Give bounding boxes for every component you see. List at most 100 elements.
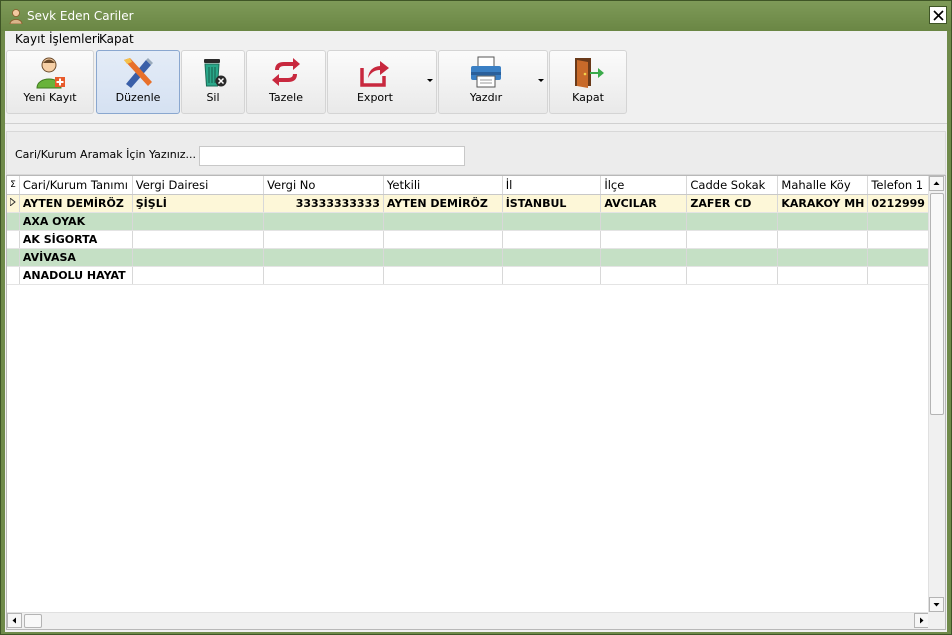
table-cell[interactable]: AVCILAR	[600, 194, 688, 213]
table-cell[interactable]	[867, 230, 929, 249]
vertical-scrollbar[interactable]	[928, 176, 945, 612]
table-row[interactable]: AYTEN DEMİRÖZ ŞİŞLİ 33333333333 AYTEN DE…	[7, 194, 929, 213]
table-cell[interactable]	[686, 230, 779, 249]
table-cell[interactable]	[777, 212, 869, 231]
table-cell[interactable]	[263, 212, 384, 231]
table-row[interactable]: AXA OYAK	[7, 212, 929, 231]
edit-button[interactable]: Düzenle	[96, 50, 180, 114]
scroll-left-button[interactable]	[7, 613, 22, 628]
table-cell[interactable]: AXA OYAK	[19, 212, 133, 231]
table-cell[interactable]: ANADOLU HAYAT	[19, 266, 133, 285]
table-cell[interactable]: KARAKOY MH	[777, 194, 869, 213]
column-header[interactable]: İl	[502, 176, 602, 195]
table-cell[interactable]	[600, 248, 688, 267]
menu-kayit-islemleri[interactable]: Kayıt İşlemleri	[15, 32, 100, 46]
column-header[interactable]: Cari/Kurum Tanımı	[19, 176, 133, 195]
table-cell[interactable]	[867, 212, 929, 231]
title-bar[interactable]: Sevk Eden Cariler	[1, 1, 951, 31]
horizontal-scroll-thumb[interactable]	[24, 614, 42, 628]
export-dropdown-arrow-icon[interactable]	[427, 79, 433, 82]
table-cell[interactable]: AYTEN DEMİRÖZ	[19, 194, 133, 213]
delete-button[interactable]: Sil	[181, 50, 245, 114]
table-cell[interactable]	[383, 266, 503, 285]
table-cell[interactable]	[502, 266, 602, 285]
table-cell[interactable]	[867, 266, 929, 285]
table-cell[interactable]	[132, 212, 265, 231]
table-cell[interactable]	[502, 248, 602, 267]
table-cell[interactable]	[777, 230, 869, 249]
table-cell[interactable]	[383, 212, 503, 231]
table-cell[interactable]	[686, 248, 779, 267]
new-record-label: Yeni Kayıt	[23, 91, 77, 104]
table-cell[interactable]	[132, 248, 265, 267]
refresh-icon	[272, 58, 300, 86]
print-label: Yazdır	[469, 91, 503, 104]
refresh-button[interactable]: Tazele	[246, 50, 326, 114]
column-header[interactable]: Mahalle Köy	[777, 176, 869, 195]
table-cell[interactable]: AK SİGORTA	[19, 230, 133, 249]
table-cell[interactable]: İSTANBUL	[502, 194, 602, 213]
table-cell[interactable]	[867, 248, 929, 267]
row-indicator	[7, 248, 20, 267]
summary-icon[interactable]: Σ	[7, 176, 20, 195]
print-button[interactable]: Yazdır	[438, 50, 548, 114]
table-cell[interactable]	[600, 212, 688, 231]
scroll-right-button[interactable]	[914, 613, 929, 628]
table-row[interactable]: AVİVASA	[7, 248, 929, 267]
toolbar-separator	[5, 123, 947, 124]
scroll-down-button[interactable]	[929, 597, 944, 612]
user-icon	[9, 9, 23, 24]
row-indicator	[7, 230, 20, 249]
table-cell[interactable]	[600, 230, 688, 249]
table-cell[interactable]	[132, 230, 265, 249]
table-cell[interactable]: ZAFER CD	[686, 194, 779, 213]
column-header[interactable]: Yetkili	[383, 176, 503, 195]
table-cell[interactable]: 0212999	[867, 194, 929, 213]
table-row[interactable]: AK SİGORTA	[7, 230, 929, 249]
client-area: Kayıt İşlemleri Kapat Yeni Kayıt Düzenle…	[5, 31, 947, 632]
delete-label: Sil	[206, 91, 220, 104]
table-cell[interactable]: AVİVASA	[19, 248, 133, 267]
export-icon	[360, 61, 389, 87]
table-cell[interactable]	[777, 248, 869, 267]
trash-icon	[204, 59, 227, 87]
scroll-up-button[interactable]	[929, 176, 944, 191]
table-cell[interactable]	[686, 212, 779, 231]
horizontal-scrollbar[interactable]	[7, 612, 929, 629]
table-cell[interactable]	[263, 248, 384, 267]
table-cell[interactable]	[777, 266, 869, 285]
grid-table: Σ Cari/Kurum Tanımı Vergi Dairesi Vergi …	[7, 176, 929, 285]
table-cell[interactable]	[383, 248, 503, 267]
table-cell[interactable]	[383, 230, 503, 249]
column-header[interactable]: Telefon 1	[867, 176, 929, 195]
table-cell[interactable]	[686, 266, 779, 285]
export-label: Export	[356, 91, 393, 104]
close-form-button[interactable]: Kapat	[549, 50, 627, 114]
close-button[interactable]	[929, 6, 947, 24]
table-row[interactable]: ANADOLU HAYAT	[7, 266, 929, 285]
export-button[interactable]: Export	[327, 50, 437, 114]
column-header[interactable]: Vergi No	[263, 176, 384, 195]
column-header[interactable]: İlçe	[600, 176, 688, 195]
column-header[interactable]: Vergi Dairesi	[132, 176, 265, 195]
table-cell[interactable]	[502, 212, 602, 231]
table-cell[interactable]: AYTEN DEMİRÖZ	[383, 194, 503, 213]
print-dropdown-arrow-icon[interactable]	[538, 79, 544, 82]
row-indicator	[7, 212, 20, 231]
table-cell[interactable]: ŞİŞLİ	[132, 194, 265, 213]
printer-icon	[471, 56, 501, 88]
table-cell[interactable]	[263, 230, 384, 249]
table-cell[interactable]	[132, 266, 265, 285]
table-cell[interactable]	[263, 266, 384, 285]
new-record-button[interactable]: Yeni Kayıt	[6, 50, 94, 114]
arrow-right-icon	[920, 617, 924, 624]
search-input[interactable]	[199, 146, 465, 166]
table-cell[interactable]	[502, 230, 602, 249]
vertical-scroll-thumb[interactable]	[930, 193, 944, 415]
grid-header-row: Σ Cari/Kurum Tanımı Vergi Dairesi Vergi …	[7, 176, 929, 195]
menu-kapat[interactable]: Kapat	[99, 32, 134, 46]
column-header[interactable]: Cadde Sokak	[686, 176, 779, 195]
app-window: Sevk Eden Cariler Kayıt İşlemleri Kapat …	[0, 0, 952, 635]
table-cell[interactable]	[600, 266, 688, 285]
table-cell[interactable]: 33333333333	[263, 194, 384, 213]
